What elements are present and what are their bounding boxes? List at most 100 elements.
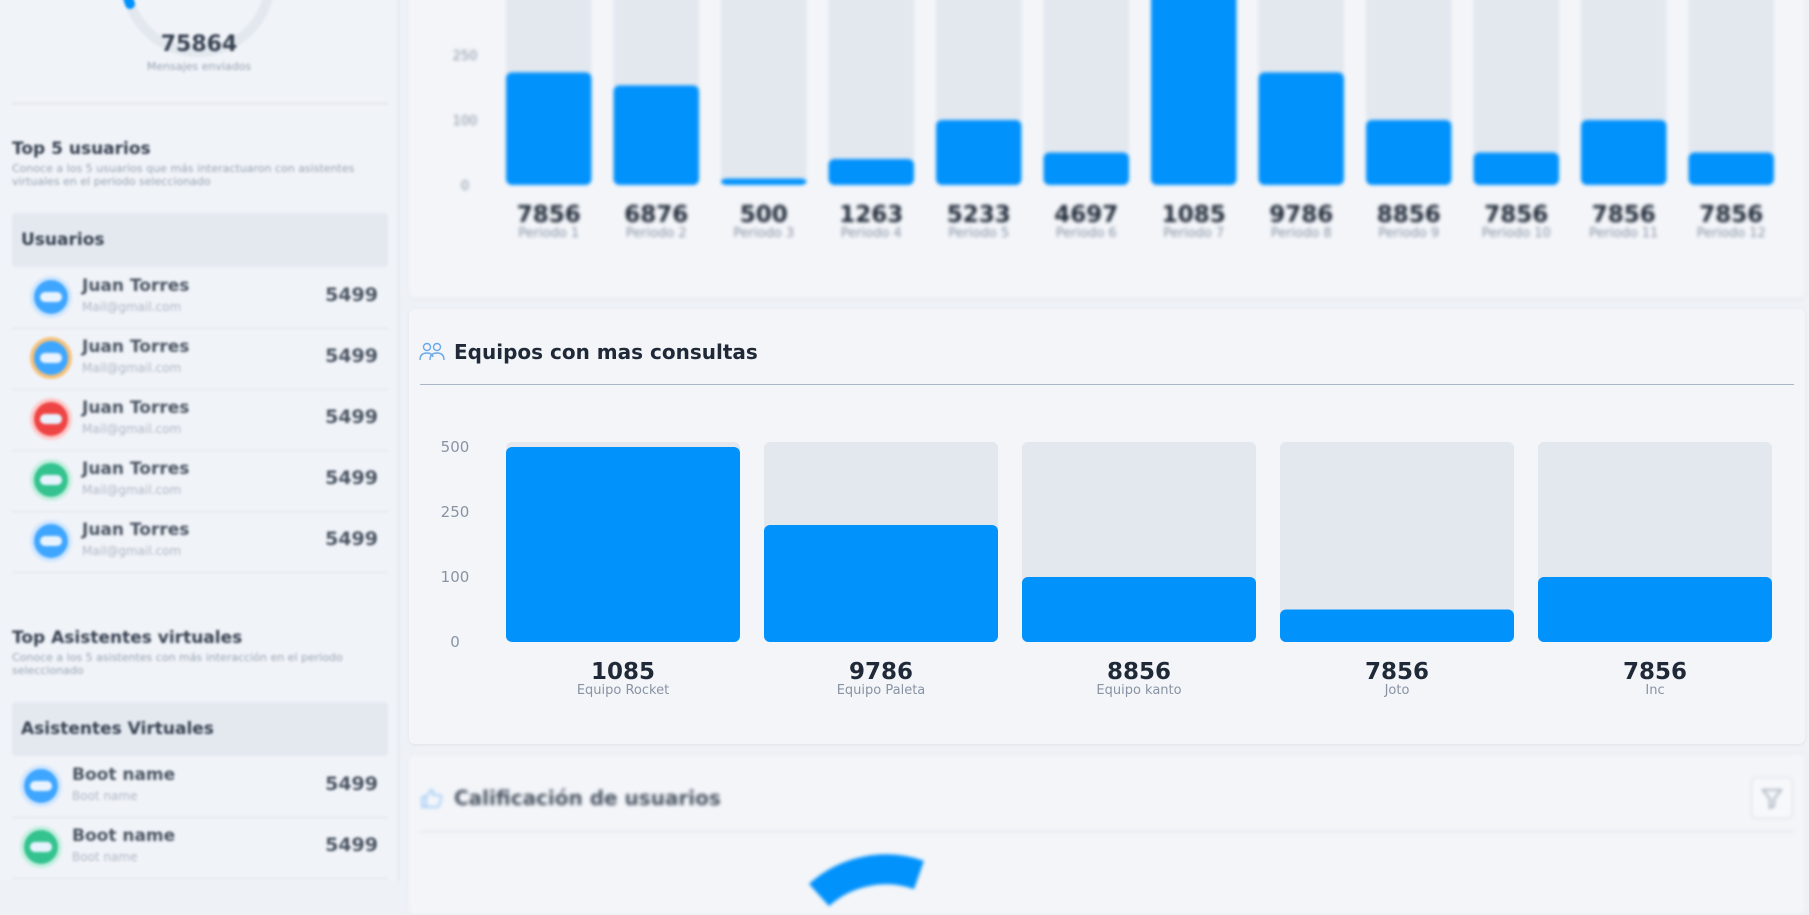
bar-track	[721, 0, 807, 185]
y-tick-label: 250	[453, 49, 478, 64]
bar-value-label: 7856	[1623, 659, 1687, 685]
bar[interactable]	[1280, 609, 1514, 643]
gauge-value: 75864	[160, 32, 238, 57]
bar[interactable]	[1581, 120, 1667, 185]
category-label: Periodo 3	[733, 226, 794, 241]
item-subtitle: Mail@gmail.com	[82, 361, 182, 375]
period-bar-chart: 01002505007856Periodo 16876Periodo 2500P…	[453, 0, 1775, 241]
bar-value-label: 1085	[1162, 202, 1226, 228]
item-count: 5499	[325, 467, 378, 489]
bar[interactable]	[1151, 0, 1237, 185]
top-users-description: Conoce a los 5 usuarios que más interact…	[12, 162, 355, 188]
item-name: Juan Torres	[82, 337, 190, 357]
bar[interactable]	[936, 120, 1022, 185]
bar-value-label: 9786	[1269, 202, 1333, 228]
category-label: Equipo Rocket	[577, 683, 669, 698]
bar-value-label: 8856	[1377, 202, 1441, 228]
category-label: Inc	[1645, 683, 1664, 698]
robot-avatar-green-icon	[20, 826, 62, 868]
bar-value-label: 7856	[1365, 659, 1429, 685]
top-users-title: Top 5 usuarios	[12, 139, 151, 159]
bar-value-label: 7856	[1592, 202, 1656, 228]
list-item[interactable]: Juan Torres Mail@gmail.com 5499	[12, 451, 388, 512]
list-item[interactable]: Juan Torres Mail@gmail.com 5499	[12, 268, 388, 329]
divider	[12, 103, 388, 104]
item-count: 5499	[325, 773, 378, 795]
sidebar: 75864 Mensajes enviados Top 5 usuarios C…	[0, 0, 399, 881]
list-item[interactable]: Juan Torres Mail@gmail.com 5499	[12, 329, 388, 390]
bar[interactable]	[721, 178, 807, 186]
item-subtitle: Mail@gmail.com	[82, 300, 182, 314]
item-subtitle: Mail@gmail.com	[82, 483, 182, 497]
bar[interactable]	[506, 447, 740, 642]
bar-value-label: 9786	[849, 659, 913, 685]
teams-chart-card: Equipos con mas consultas 0 100 250 500 1085…	[409, 309, 1805, 744]
y-tick-label: 500	[441, 438, 470, 456]
item-subtitle: Mail@gmail.com	[82, 422, 182, 436]
assistants-panel-label: Asistentes Virtuales	[21, 719, 214, 739]
list-item[interactable]: Boot name Boot name 5499	[12, 818, 388, 879]
robot-avatar-blue-icon	[30, 276, 72, 318]
bar[interactable]	[613, 85, 700, 185]
category-label: Equipo Paleta	[837, 683, 926, 698]
item-name: Juan Torres	[82, 398, 190, 418]
item-subtitle: Boot name	[72, 850, 138, 864]
bar[interactable]	[1258, 72, 1345, 185]
list-item[interactable]: Juan Torres Mail@gmail.com 5499	[12, 512, 388, 573]
bar[interactable]	[1538, 577, 1772, 642]
robot-avatar-orange-icon	[30, 337, 72, 379]
category-label: Periodo 4	[841, 226, 902, 241]
period-chart-card: 01002505007856Periodo 16876Periodo 2500P…	[409, 0, 1805, 298]
category-label: Periodo 11	[1589, 226, 1658, 241]
bar-value-label: 7856	[1484, 202, 1548, 228]
bar[interactable]	[764, 525, 998, 642]
y-tick-label: 250	[441, 503, 470, 521]
category-label: Equipo kanto	[1096, 683, 1181, 698]
bar-value-label: 7856	[517, 202, 581, 228]
bar[interactable]	[506, 72, 592, 185]
list-item[interactable]: Juan Torres Mail@gmail.com 5499	[12, 390, 388, 451]
item-subtitle: Boot name	[72, 789, 138, 803]
y-tick-label: 100	[453, 114, 478, 129]
bar-value-label: 6876	[624, 202, 688, 228]
bar-value-label: 1085	[591, 659, 655, 685]
y-tick-label: 0	[450, 633, 460, 651]
bar-value-label: 4697	[1054, 202, 1118, 228]
gauge-label: Mensajes enviados	[146, 60, 252, 73]
top-assistants-title: Top Asistentes virtuales	[12, 628, 243, 648]
category-label: Periodo 8	[1271, 226, 1332, 241]
bar-track	[828, 0, 914, 185]
item-name: Juan Torres	[82, 520, 190, 540]
robot-avatar-blue-icon	[30, 520, 72, 562]
item-count: 5499	[325, 345, 378, 367]
item-count: 5499	[325, 284, 378, 306]
bar-value-label: 7856	[1699, 202, 1763, 228]
bar-value-label: 8856	[1107, 659, 1171, 685]
category-label: Periodo 2	[626, 226, 687, 241]
bar[interactable]	[1473, 152, 1560, 186]
y-tick-label: 0	[461, 179, 469, 194]
teams-bar-chart: 0 100 250 500 1085Equipo Rocket 9786Equipo Pa…	[441, 438, 1772, 698]
robot-avatar-red-icon	[30, 398, 72, 440]
item-name: Boot name	[72, 826, 176, 846]
bar-value-label: 5233	[947, 202, 1011, 228]
top-assistants-description: Conoce a los 5 asistentes con más intera…	[12, 651, 343, 677]
item-name: Boot name	[72, 765, 176, 785]
bar[interactable]	[1688, 152, 1775, 186]
bar[interactable]	[1022, 577, 1256, 642]
list-item[interactable]: Boot name Boot name 5499	[12, 757, 388, 818]
robot-avatar-green-icon	[30, 459, 72, 501]
assistants-panel-header: Asistentes Virtuales	[12, 702, 388, 756]
users-panel-label: Usuarios	[21, 230, 105, 250]
rating-card: Calificación de usuarios	[409, 755, 1805, 915]
category-label: Periodo 7	[1163, 226, 1224, 241]
item-subtitle: Mail@gmail.com	[82, 544, 182, 558]
category-label: Periodo 5	[948, 226, 1009, 241]
y-tick-label: 100	[441, 568, 470, 586]
bar[interactable]	[828, 159, 915, 185]
robot-avatar-blue-icon	[20, 765, 62, 807]
bar-value-label: 500	[740, 202, 788, 228]
bar[interactable]	[1366, 120, 1452, 185]
rating-donut-chart	[808, 854, 924, 907]
bar[interactable]	[1043, 152, 1130, 186]
